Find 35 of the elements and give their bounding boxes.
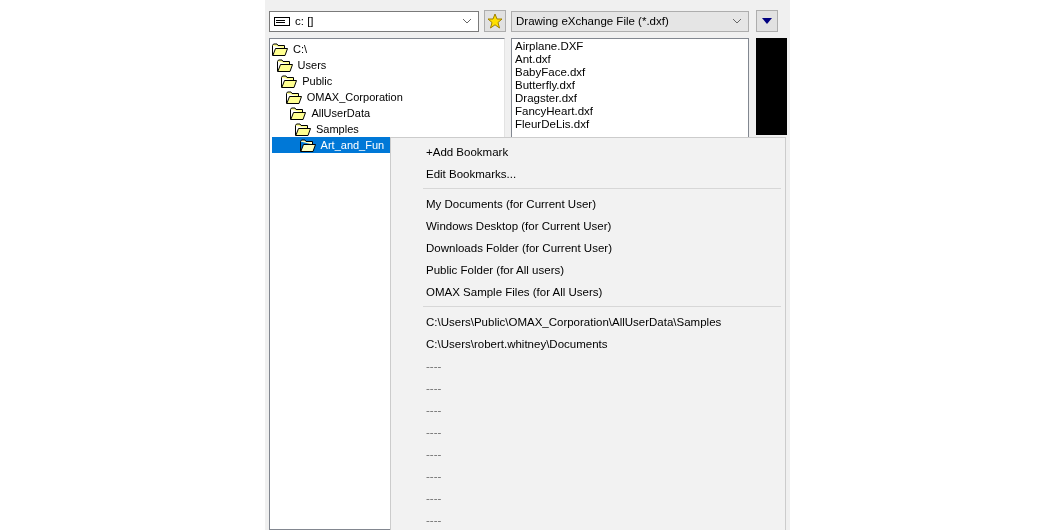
folder-icon xyxy=(299,138,316,152)
tree-item[interactable]: Samples xyxy=(272,121,504,137)
menu-item[interactable]: Edit Bookmarks... xyxy=(426,166,517,182)
file-item[interactable]: FancyHeart.dxf xyxy=(515,105,593,118)
folder-icon xyxy=(276,58,293,72)
menu-button[interactable] xyxy=(756,10,778,32)
file-item[interactable]: Ant.dxf xyxy=(515,53,551,66)
menu-item[interactable]: My Documents (for Current User) xyxy=(426,196,596,212)
file-item[interactable]: Airplane.DXF xyxy=(515,40,584,53)
menu-item[interactable]: Windows Desktop (for Current User) xyxy=(426,218,612,234)
drive-icon xyxy=(274,16,290,26)
bookmark-button[interactable] xyxy=(484,10,506,32)
folder-icon xyxy=(285,90,302,104)
tree-item[interactable]: AllUserData xyxy=(272,105,504,121)
menu-item[interactable]: C:\Users\robert.whitney\Documents xyxy=(426,336,608,352)
star-icon xyxy=(487,13,503,29)
menu-item[interactable]: Downloads Folder (for Current User) xyxy=(426,240,612,256)
file-item[interactable]: FleurDeLis.dxf xyxy=(515,118,590,131)
down-triangle-icon xyxy=(762,18,772,24)
file-item[interactable]: Butterfly.dxf xyxy=(515,79,575,92)
file-type-combo[interactable]: Drawing eXchange File (*.dxf) xyxy=(511,10,749,32)
menu-item[interactable]: Public Folder (for All users) xyxy=(426,262,565,278)
folder-icon xyxy=(290,106,307,120)
tree-item[interactable]: C:\ xyxy=(272,41,504,57)
folder-icon xyxy=(281,74,298,88)
tree-item[interactable]: Users xyxy=(272,57,504,73)
menu-item[interactable]: C:\Users\Public\OMAX_Corporation\AllUserData\Samples xyxy=(426,314,722,330)
tree-item[interactable]: OMAX_Corporation xyxy=(272,89,504,105)
folder-icon xyxy=(272,42,288,56)
file-item[interactable]: BabyFace.dxf xyxy=(515,66,586,79)
file-item[interactable]: Dragster.dxf xyxy=(515,92,577,105)
drive-combo[interactable]: c: [] xyxy=(269,10,479,32)
folder-icon xyxy=(295,122,311,136)
menu-item[interactable]: OMAX Sample Files (for All Users) xyxy=(426,284,603,300)
tree-item[interactable]: Public xyxy=(272,73,504,89)
